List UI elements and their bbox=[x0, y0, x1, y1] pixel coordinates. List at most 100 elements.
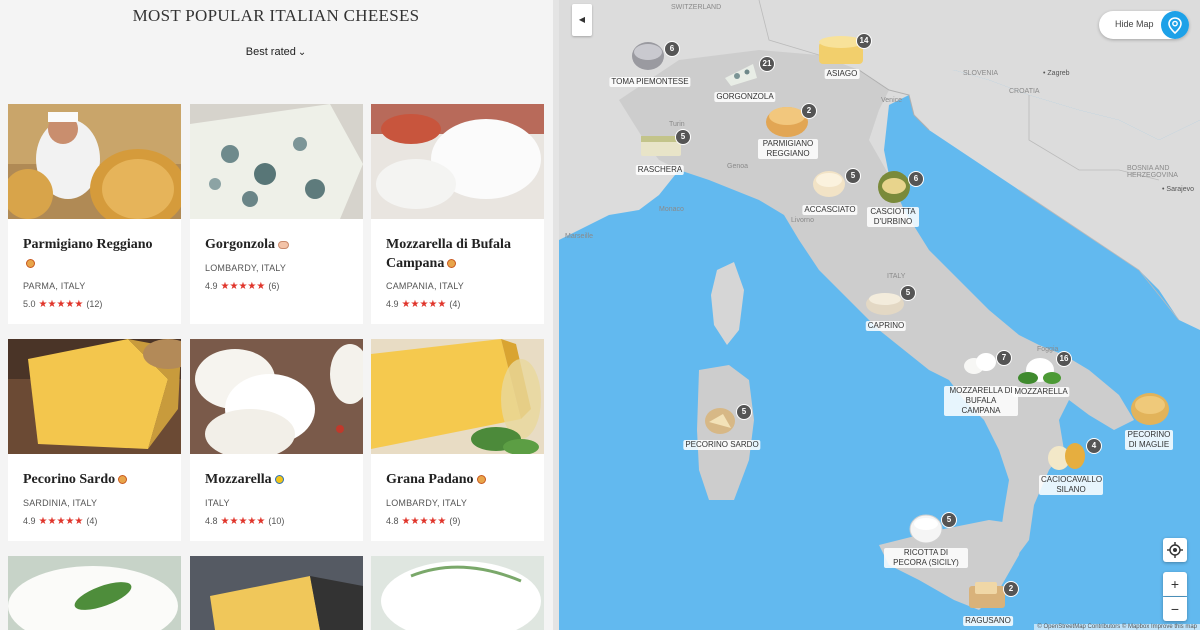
marker-count: 16 bbox=[1056, 351, 1072, 367]
marker-label[interactable]: CAPRINO bbox=[865, 321, 907, 331]
pdo-badge-icon bbox=[278, 240, 289, 249]
accasciato-marker-icon[interactable] bbox=[811, 168, 847, 198]
zoom-out-button[interactable]: − bbox=[1163, 597, 1187, 621]
marker-count: 7 bbox=[996, 350, 1012, 366]
cheese-card[interactable]: Gorgonzola LOMBARDY, ITALY 4.9 ★★★★★ (6) bbox=[190, 104, 363, 324]
pecorino-sardo-marker-icon[interactable] bbox=[703, 404, 737, 436]
marker-label[interactable]: TOMA PIEMONTESE bbox=[609, 77, 691, 87]
rating-stars-icon: ★★★★★ bbox=[220, 516, 266, 527]
marker-label[interactable]: RAGUSANO bbox=[963, 616, 1013, 626]
grana-padano-photo[interactable] bbox=[371, 339, 544, 454]
crosshair-icon bbox=[1167, 542, 1183, 558]
marker-label[interactable]: PARMIGIANO REGGIANO bbox=[758, 139, 818, 159]
gorgonzola-marker-icon[interactable] bbox=[723, 58, 759, 86]
marker-label[interactable]: RICOTTA DI PECORA (SICILY) bbox=[884, 548, 968, 568]
marker-label[interactable]: RASCHERA bbox=[635, 165, 685, 175]
marker-count: 5 bbox=[941, 512, 957, 528]
cheese-card[interactable] bbox=[190, 556, 363, 630]
marker-label[interactable]: ACCASCIATO bbox=[802, 205, 858, 215]
cheese-photo[interactable] bbox=[8, 556, 181, 630]
cheese-list-panel: MOST POPULAR ITALIAN CHEESES Best rated ⌄… bbox=[0, 0, 558, 630]
cheese-name[interactable]: Grana Padano bbox=[386, 470, 536, 489]
ricotta-marker-icon[interactable] bbox=[908, 512, 944, 544]
pdo-badge-icon bbox=[476, 475, 486, 485]
marker-count: 5 bbox=[736, 404, 752, 420]
cheese-card[interactable]: Mozzarella di Bufala Campana CAMPANIA, I… bbox=[371, 104, 544, 324]
pecorino-sardo-photo[interactable] bbox=[8, 339, 181, 454]
marker-count: 5 bbox=[845, 168, 861, 184]
cheese-card[interactable]: Mozzarella ITALY 4.8 ★★★★★ (10) bbox=[190, 339, 363, 541]
rating-stars-icon: ★★★★★ bbox=[38, 299, 84, 310]
cheese-rating: 4.9 ★★★★★ (4) bbox=[23, 516, 98, 527]
place-label: SLOVENIA bbox=[963, 70, 999, 77]
caprino-marker-icon[interactable] bbox=[865, 288, 905, 316]
marker-label[interactable]: PECORINO SARDO bbox=[683, 440, 761, 450]
marker-count: 14 bbox=[856, 33, 872, 49]
map-view[interactable]: SWITZERLAND SLOVENIA • Zagreb CROATIA • … bbox=[559, 0, 1200, 630]
cheese-photo[interactable] bbox=[371, 556, 544, 630]
place-label: Livorno bbox=[791, 217, 814, 224]
locate-me-button[interactable] bbox=[1163, 538, 1187, 562]
mozzarella-bufala-photo[interactable] bbox=[371, 104, 544, 219]
place-label: SWITZERLAND bbox=[671, 4, 722, 11]
rating-stars-icon: ★★★★★ bbox=[38, 516, 84, 527]
place-label: BOSNIA AND HERZEGOVINA bbox=[1127, 165, 1178, 179]
place-label: CROATIA bbox=[1009, 88, 1040, 95]
hide-map-toggle[interactable]: Hide Map bbox=[1099, 11, 1189, 39]
rating-stars-icon: ★★★★★ bbox=[401, 299, 447, 310]
cheese-card[interactable] bbox=[8, 556, 181, 630]
cheese-name[interactable]: Mozzarella bbox=[205, 470, 355, 489]
cheese-card[interactable]: Pecorino Sardo SARDINIA, ITALY 4.9 ★★★★★(… bbox=[8, 339, 181, 541]
place-label: Foggia bbox=[1037, 346, 1059, 353]
marker-label[interactable]: MOZZARELLA bbox=[1012, 387, 1070, 397]
cheese-name[interactable]: Gorgonzola bbox=[205, 235, 355, 254]
cheese-name[interactable]: Parmigiano Reggiano bbox=[23, 235, 173, 273]
marker-label[interactable]: MOZZARELLA DI BUFALA CAMPANA bbox=[944, 386, 1018, 416]
pdo-badge-icon bbox=[118, 475, 128, 485]
place-label: Marseille bbox=[565, 233, 594, 240]
collapse-panel-button[interactable]: ◀ bbox=[572, 4, 592, 36]
map-attribution[interactable]: © OpenStreetMap Contributors © Mapbox Im… bbox=[1034, 624, 1200, 630]
pecorino-maglie-marker-icon[interactable] bbox=[1130, 392, 1170, 426]
marker-count: 6 bbox=[664, 41, 680, 57]
ragusano-marker-icon[interactable] bbox=[965, 578, 1009, 612]
hide-map-label: Hide Map bbox=[1115, 19, 1154, 29]
place-label: Monaco bbox=[659, 206, 684, 213]
cheese-photo[interactable] bbox=[190, 556, 363, 630]
chevron-left-icon: ◀ bbox=[578, 15, 586, 24]
place-label: • Zagreb bbox=[1043, 70, 1070, 77]
marker-label[interactable]: PECORINO DI MAGLIE bbox=[1125, 430, 1173, 450]
mozzarella-bufala-marker-icon[interactable] bbox=[962, 350, 998, 376]
cheese-name[interactable]: Mozzarella di Bufala Campana bbox=[386, 235, 536, 273]
cheese-location: PARMA, ITALY bbox=[23, 281, 86, 291]
marker-label[interactable]: CACIOCAVALLO SILANO bbox=[1039, 475, 1103, 495]
cheese-rating: 4.8 ★★★★★ (9) bbox=[386, 516, 461, 527]
cheese-rating: 4.8 ★★★★★ (10) bbox=[205, 516, 285, 527]
cheese-name[interactable]: Pecorino Sardo bbox=[23, 470, 173, 489]
sort-dropdown[interactable]: Best rated ⌄ bbox=[230, 46, 322, 58]
place-label: • Sarajevo bbox=[1162, 186, 1195, 193]
toma-piemontese-marker-icon[interactable] bbox=[631, 38, 665, 72]
marker-count: 4 bbox=[1086, 438, 1102, 454]
marker-count: 2 bbox=[801, 103, 817, 119]
casciotta-marker-icon[interactable] bbox=[877, 170, 911, 204]
cheese-card[interactable] bbox=[371, 556, 544, 630]
page-title: MOST POPULAR ITALIAN CHEESES bbox=[132, 6, 420, 25]
rating-stars-icon: ★★★★★ bbox=[401, 516, 447, 527]
pdo-badge-icon bbox=[26, 259, 35, 269]
cheese-location: CAMPANIA, ITALY bbox=[386, 281, 465, 291]
caciocavallo-marker-icon[interactable] bbox=[1047, 438, 1087, 472]
marker-count: 5 bbox=[900, 285, 916, 301]
rating-stars-icon: ★★★★★ bbox=[220, 281, 266, 292]
gorgonzola-photo[interactable] bbox=[190, 104, 363, 219]
marker-label[interactable]: ASIAGO bbox=[824, 69, 860, 79]
mozzarella-photo[interactable] bbox=[190, 339, 363, 454]
marker-label[interactable]: CASCIOTTA D'URBINO bbox=[867, 207, 919, 227]
marker-count: 2 bbox=[1003, 581, 1019, 597]
cheese-card[interactable]: Grana Padano LOMBARDY, ITALY 4.8 ★★★★★ (9) bbox=[371, 339, 544, 541]
parmigiano-photo[interactable] bbox=[8, 104, 181, 219]
place-label: ITALY bbox=[887, 273, 906, 280]
cheese-card[interactable]: Parmigiano Reggiano PARMA, ITALY 5.0 ★★★★… bbox=[8, 104, 181, 324]
marker-label[interactable]: GORGONZOLA bbox=[714, 92, 776, 102]
zoom-in-button[interactable]: + bbox=[1163, 572, 1187, 596]
